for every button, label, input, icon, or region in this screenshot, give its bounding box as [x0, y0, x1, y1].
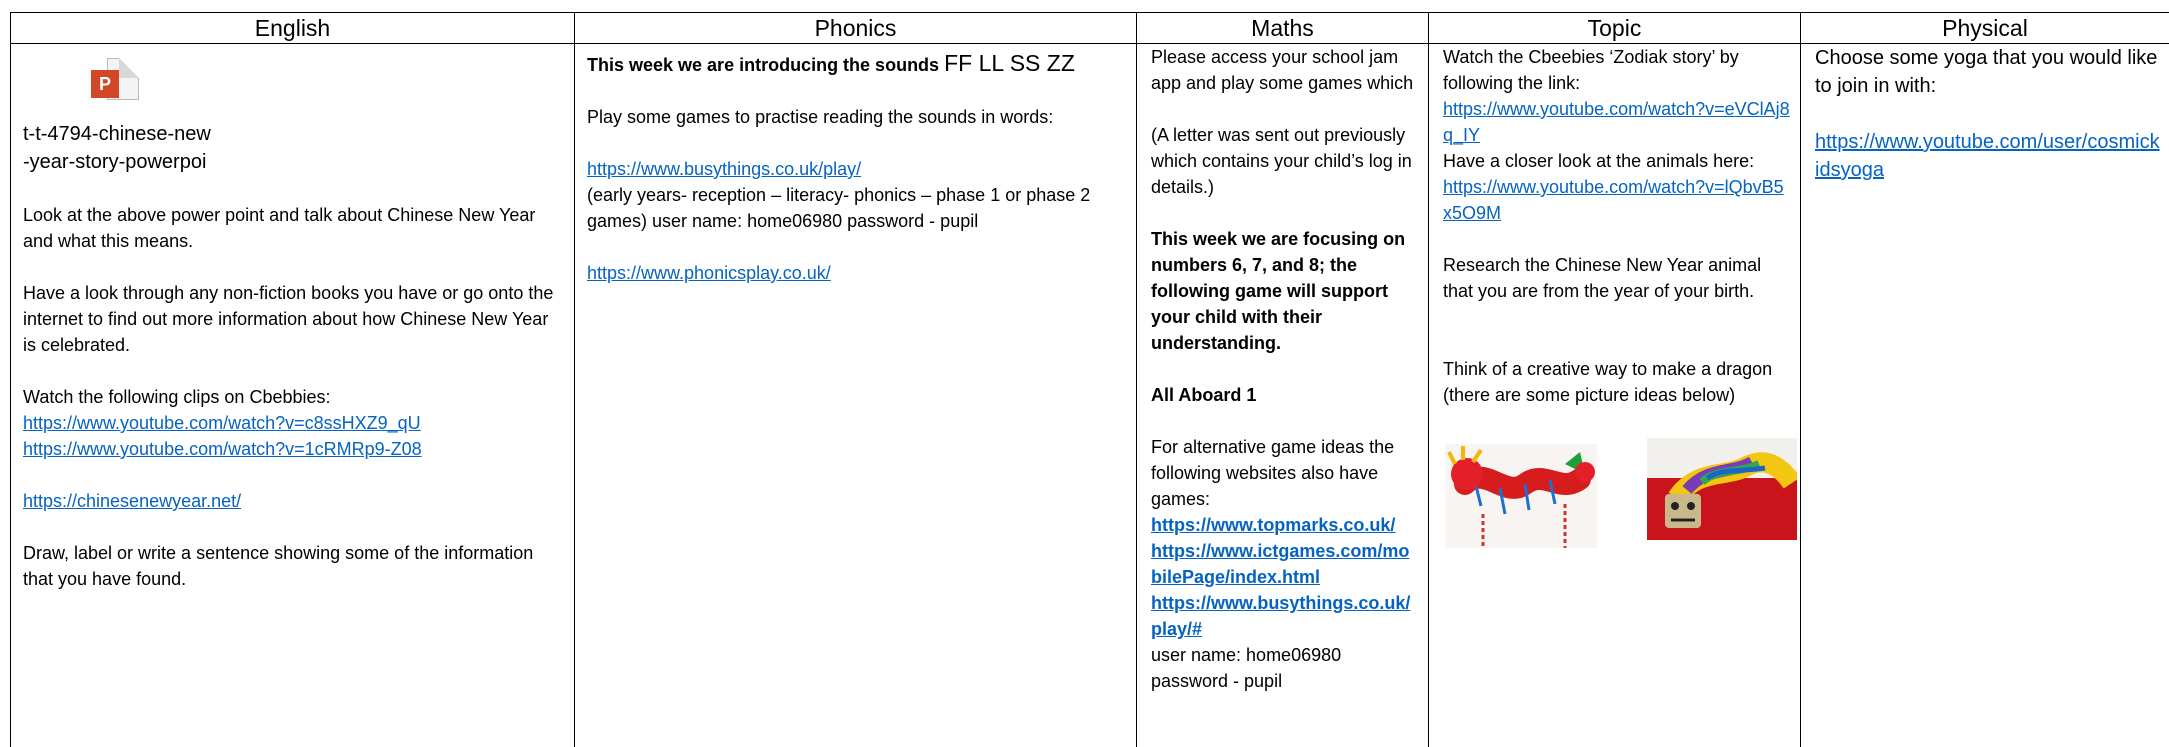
english-link-clip-2[interactable]: https://www.youtube.com/watch?v=1cRMRp9-…	[23, 439, 422, 459]
physical-paragraph-1: Choose some yoga that you would like to …	[1815, 44, 2161, 100]
attachment-name[interactable]: t-t-4794-chinese-new -year-story-powerpo…	[23, 120, 227, 176]
phonics-intro: This week we are introducing the sounds …	[587, 50, 1124, 78]
phonics-sounds: FF LL SS ZZ	[944, 50, 1075, 76]
maths-login: user name: home06980 password - pupil	[1151, 642, 1418, 694]
header-row: English Phonics Maths Topic Physical	[11, 13, 2169, 44]
maths-link-topmarks[interactable]: https://www.topmarks.co.uk/	[1151, 515, 1395, 535]
phonics-cell: This week we are introducing the sounds …	[575, 44, 1137, 747]
header-topic: Topic	[1429, 13, 1801, 44]
header-physical: Physical	[1801, 13, 2169, 44]
maths-paragraph-2: (A letter was sent out previously which …	[1151, 122, 1418, 200]
topic-paragraph-4: Think of a creative way to make a dragon…	[1443, 356, 1790, 408]
topic-paragraph-3: Research the Chinese New Year animal tha…	[1443, 252, 1790, 304]
header-maths: Maths	[1137, 13, 1429, 44]
maths-game-name: All Aboard 1	[1151, 382, 1418, 408]
topic-paragraph-1: Watch the Cbeebies ‘Zodiak story’ by fol…	[1443, 44, 1790, 96]
english-paragraph-2: Have a look through any non-fiction book…	[23, 280, 562, 358]
maths-focus: This week we are focusing on numbers 6, …	[1151, 226, 1418, 356]
dragon-craft-photo-1	[1445, 444, 1597, 548]
weekly-plan-table: English Phonics Maths Topic Physical P t…	[10, 12, 2169, 747]
phonics-link-busythings[interactable]: https://www.busythings.co.uk/play/	[587, 159, 861, 179]
phonics-paragraph-1: Play some games to practise reading the …	[587, 104, 1124, 130]
topic-link-animals[interactable]: https://www.youtube.com/watch?v=lQbvB5x5…	[1443, 177, 1784, 223]
maths-paragraph-3: For alternative game ideas the following…	[1151, 434, 1418, 512]
topic-link-zodiak-story[interactable]: https://www.youtube.com/watch?v=eVClAj8q…	[1443, 99, 1790, 145]
english-paragraph-1: Look at the above power point and talk a…	[23, 202, 562, 254]
english-link-clip-1[interactable]: https://www.youtube.com/watch?v=c8ssHXZ9…	[23, 413, 421, 433]
physical-cell: Choose some yoga that you would like to …	[1801, 44, 2169, 747]
content-row: P t-t-4794-chinese-new -year-story-power…	[11, 44, 2169, 747]
english-paragraph-4: Draw, label or write a sentence showing …	[23, 540, 562, 592]
header-english: English	[11, 13, 575, 44]
english-cell: P t-t-4794-chinese-new -year-story-power…	[11, 44, 575, 747]
maths-cell: Please access your school jam app and pl…	[1137, 44, 1429, 747]
phonics-paragraph-2: (early years- reception – literacy- phon…	[587, 182, 1124, 234]
maths-link-ictgames[interactable]: https://www.ictgames.com/mobilePage/inde…	[1151, 541, 1409, 587]
physical-link-cosmickidsyoga[interactable]: https://www.youtube.com/user/cosmickidsy…	[1815, 131, 2160, 181]
maths-link-busythings[interactable]: https://www.busythings.co.uk/play/#	[1151, 593, 1410, 639]
phonics-link-phonicsplay[interactable]: https://www.phonicsplay.co.uk/	[587, 263, 831, 283]
english-paragraph-3: Watch the following clips on Cbebbies:	[23, 384, 562, 410]
dragon-craft-photo-2	[1647, 438, 1797, 540]
header-phonics: Phonics	[575, 13, 1137, 44]
topic-paragraph-2: Have a closer look at the animals here:	[1443, 148, 1790, 174]
maths-paragraph-1: Please access your school jam app and pl…	[1151, 44, 1418, 96]
english-link-chinesenewyear[interactable]: https://chinesenewyear.net/	[23, 491, 241, 511]
powerpoint-badge: P	[91, 70, 119, 98]
powerpoint-file-icon[interactable]: P	[85, 54, 145, 114]
topic-cell: Watch the Cbeebies ‘Zodiak story’ by fol…	[1429, 44, 1801, 747]
dragon-picture-ideas	[1443, 444, 1790, 564]
